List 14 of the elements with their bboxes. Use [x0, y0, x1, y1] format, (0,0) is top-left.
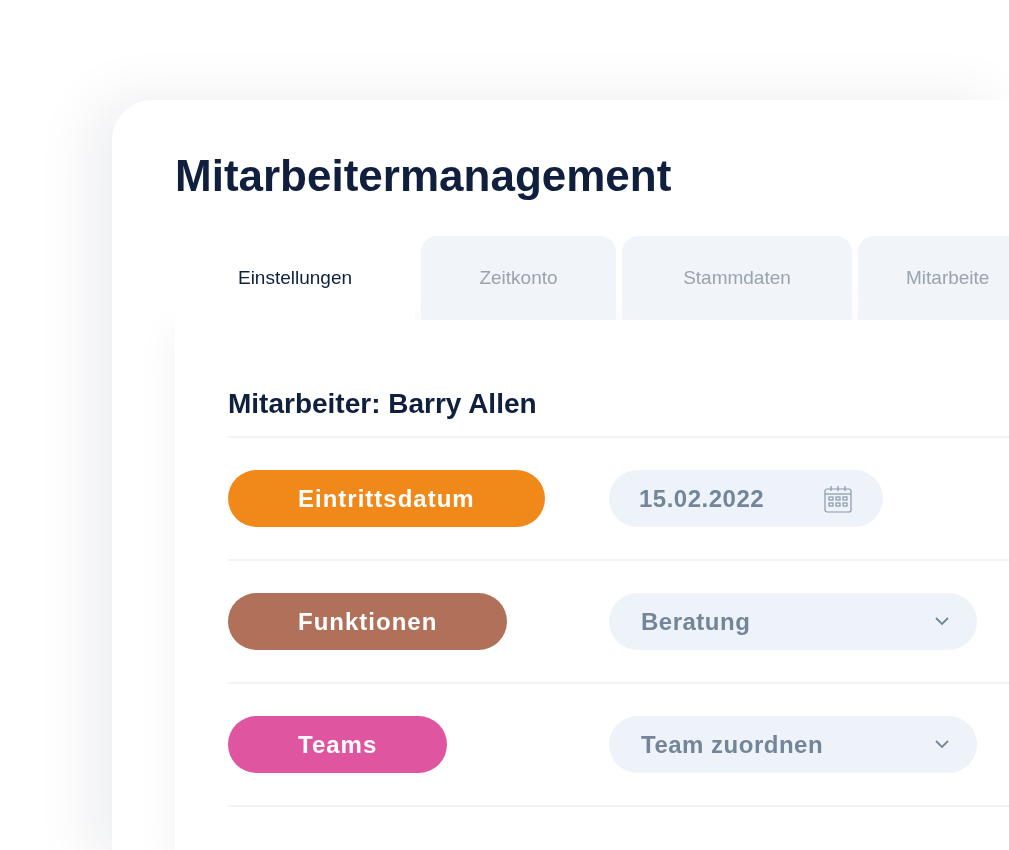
tab[interactable]: Stammdaten: [622, 236, 852, 320]
page-title: Mitarbeitermanagement: [175, 150, 672, 202]
tab[interactable]: Zeitkonto: [421, 236, 616, 320]
category-tag: Funktionen: [228, 593, 508, 650]
dropdown[interactable]: Team zuordnen: [609, 716, 977, 773]
dropdown[interactable]: Beratung: [609, 593, 977, 650]
calendar-icon: [823, 483, 853, 514]
category-tag: Teams: [228, 716, 448, 773]
chevron-down-icon: [935, 617, 949, 626]
tab[interactable]: Mitarbeite: [858, 236, 1009, 320]
date-field[interactable]: 15.02.2022: [609, 470, 883, 527]
employee-heading: Mitarbeiter: Barry Allen: [228, 387, 537, 421]
chevron-down-icon: [935, 740, 949, 749]
category-tag: Eintrittsdatum: [228, 470, 545, 527]
